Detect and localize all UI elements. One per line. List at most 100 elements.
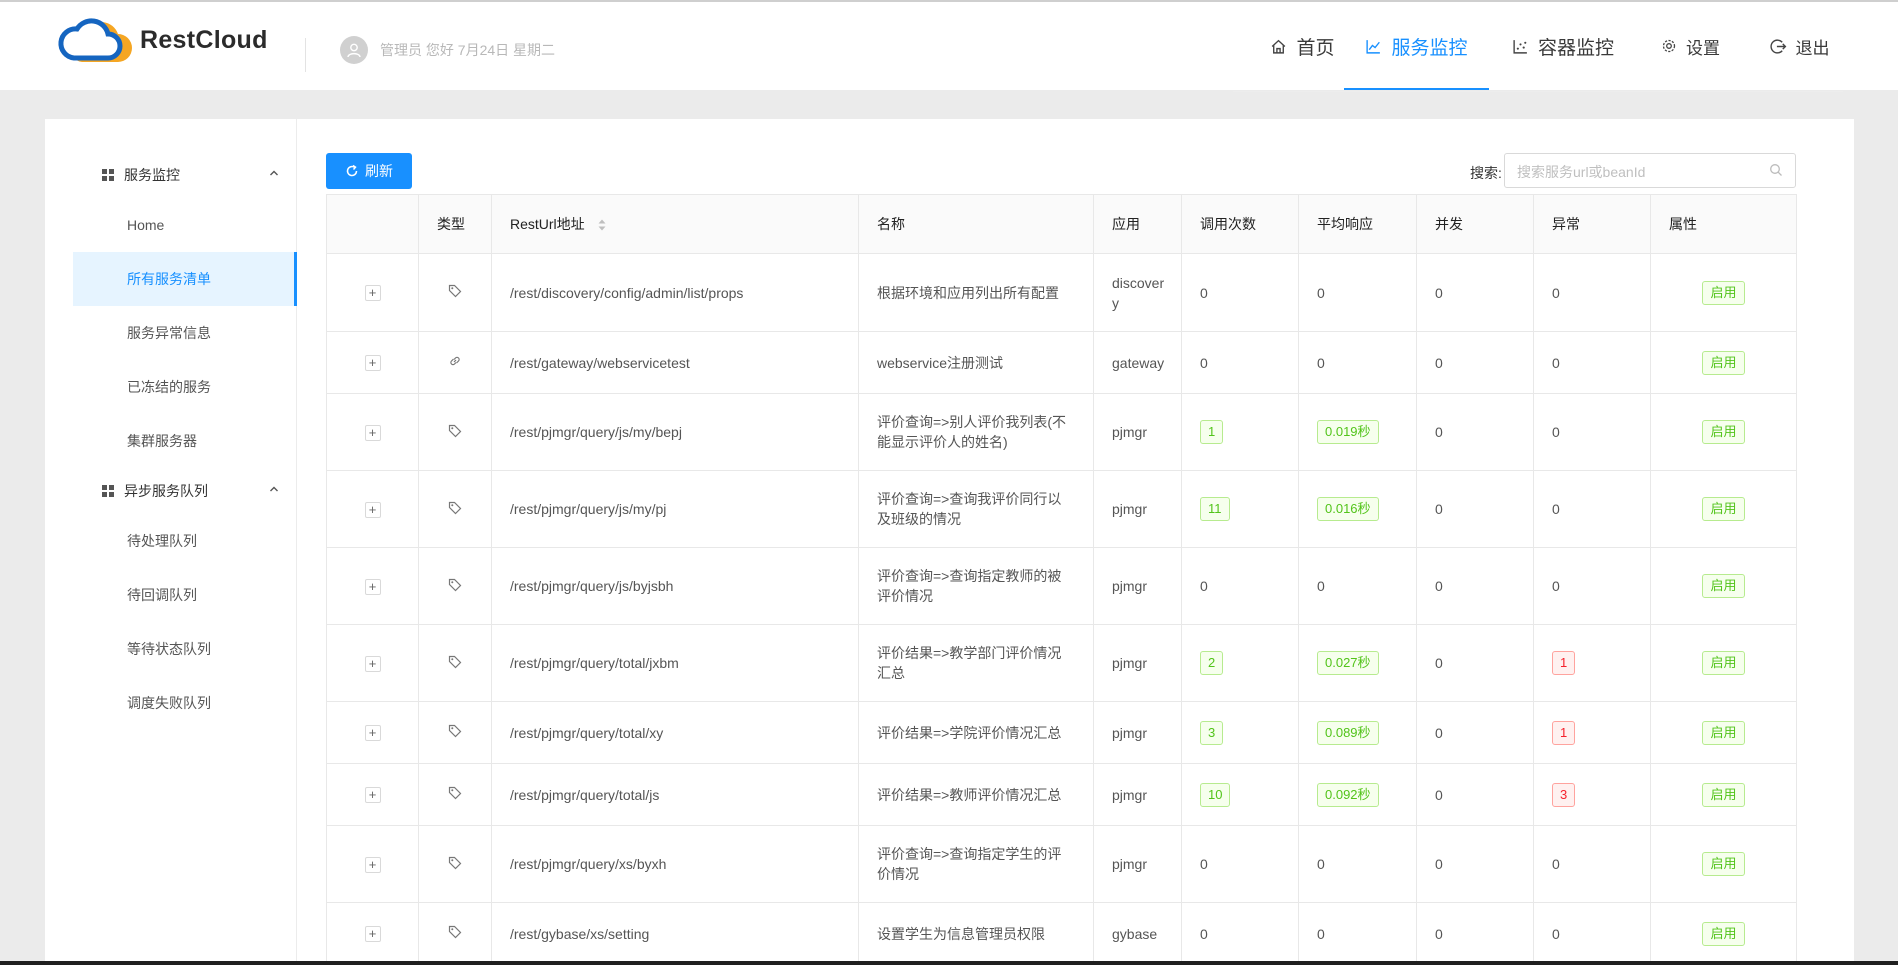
sidebar-item-home[interactable]: Home <box>73 198 297 252</box>
service-app: pjmgr <box>1112 786 1148 803</box>
sidebar-item-all-services[interactable]: 所有服务清单 <box>73 252 297 306</box>
service-url[interactable]: /rest/gybase/xs/setting <box>510 926 649 942</box>
service-url[interactable]: /rest/pjmgr/query/total/js <box>510 787 659 803</box>
refresh-button[interactable]: 刷新 <box>326 153 412 189</box>
expand-row-button[interactable]: + <box>364 725 381 741</box>
url-cell: /rest/pjmgr/query/total/xy <box>491 701 859 764</box>
search-icon[interactable] <box>1769 163 1783 177</box>
sidebar-group-async-queue[interactable]: 异步服务队列 <box>73 468 297 514</box>
calls-cell: 0 <box>1181 825 1299 903</box>
service-url[interactable]: /rest/discovery/config/admin/list/props <box>510 285 743 301</box>
status-badge[interactable]: 启用 <box>1702 720 1745 745</box>
app-cell: pjmgr <box>1093 701 1182 764</box>
calls-count: 0 <box>1200 284 1208 301</box>
app-cell: pjmgr <box>1093 547 1182 625</box>
service-url[interactable]: /rest/pjmgr/query/js/my/pj <box>510 501 666 517</box>
sort-icon[interactable] <box>597 217 607 233</box>
expand-row-button[interactable]: + <box>364 655 381 672</box>
nav-service-monitor[interactable]: 服务监控 <box>1344 2 1489 90</box>
table-row: + /rest/gateway/webservicetest webservice注… <box>326 331 1797 394</box>
sidebar-item-callback-queue[interactable]: 待回调队列 <box>73 568 297 622</box>
sidebar-group-service-monitor[interactable]: 服务监控 <box>73 152 297 198</box>
service-url[interactable]: /rest/gateway/webservicetest <box>510 355 690 371</box>
calls-cell: 10 <box>1181 763 1299 826</box>
nav-container-monitor[interactable]: 容器监控 <box>1497 2 1629 90</box>
avatar[interactable] <box>340 36 368 64</box>
expand-row-button[interactable]: + <box>364 787 381 803</box>
expand-row-button[interactable]: + <box>364 856 381 873</box>
status-badge[interactable]: 启用 <box>1702 574 1745 598</box>
concurrency-cell: 0 <box>1416 701 1534 764</box>
brand-logo[interactable]: RestCloud <box>56 14 268 66</box>
expand-row-button[interactable]: + <box>364 355 381 371</box>
tag-icon <box>448 284 462 301</box>
status-cell: 启用 <box>1650 253 1797 332</box>
calls-cell: 0 <box>1181 902 1299 965</box>
calls-cell: 0 <box>1181 547 1299 625</box>
status-badge[interactable]: 启用 <box>1702 852 1745 876</box>
service-url[interactable]: /rest/pjmgr/query/total/xy <box>510 725 663 741</box>
sidebar-item-failed-queue[interactable]: 调度失败队列 <box>73 676 297 730</box>
status-cell: 启用 <box>1650 547 1797 625</box>
nav-logout[interactable]: 退出 <box>1752 2 1847 90</box>
nav-home[interactable]: 首页 <box>1255 2 1350 90</box>
sidebar: 服务监控 Home 所有服务清单 服务异常信息 已冻结的服务 集群服务器 异步服… <box>73 152 297 730</box>
column-header-url[interactable]: RestUrl地址 <box>491 194 859 254</box>
status-cell: 启用 <box>1650 470 1797 548</box>
service-name: 评价查询=>查询指定学生的评价情况 <box>877 846 1062 882</box>
expand-row-button[interactable]: + <box>364 578 381 595</box>
status-badge[interactable]: 启用 <box>1702 782 1745 807</box>
sidebar-item-waiting-queue[interactable]: 等待状态队列 <box>73 622 297 676</box>
service-app: pjmgr <box>1112 856 1148 872</box>
expand-row-button[interactable]: + <box>364 501 381 518</box>
service-url[interactable]: /rest/pjmgr/query/xs/byxh <box>510 856 666 872</box>
status-badge[interactable]: 启用 <box>1702 350 1745 375</box>
avg-response-cell: 0.027秒 <box>1298 624 1417 702</box>
avg-response: 0 <box>1317 925 1325 942</box>
status-badge[interactable]: 启用 <box>1702 651 1745 675</box>
service-name: webservice注册测试 <box>877 354 1004 371</box>
service-url[interactable]: /rest/pjmgr/query/js/byjsbh <box>510 578 673 594</box>
name-cell: 根据环境和应用列出所有配置 <box>858 253 1094 332</box>
table-row: + /rest/gybase/xs/setting 设置学生为信息管理员权限 gyba… <box>326 902 1797 965</box>
calls-cell: 11 <box>1181 470 1299 548</box>
type-cell <box>418 763 492 826</box>
table-row: + /rest/pjmgr/query/js/my/bepj 评价查询=>别人评价我… <box>326 393 1797 471</box>
chevron-up-icon <box>270 486 278 492</box>
status-badge[interactable]: 启用 <box>1702 921 1745 946</box>
name-cell: 设置学生为信息管理员权限 <box>858 902 1094 965</box>
calls-count: 2 <box>1200 651 1224 675</box>
errors-cell: 0 <box>1533 253 1651 332</box>
status-badge[interactable]: 启用 <box>1702 280 1745 305</box>
concurrency-cell: 0 <box>1416 763 1534 826</box>
expand-row-button[interactable]: + <box>364 285 381 301</box>
sidebar-group-label: 异步服务队列 <box>124 483 208 499</box>
table-row: + /rest/discovery/config/admin/list/props… <box>326 253 1797 332</box>
app-cell: gateway <box>1093 331 1182 394</box>
service-url[interactable]: /rest/pjmgr/query/js/my/bepj <box>510 424 682 440</box>
type-cell <box>418 701 492 764</box>
expand-row-button[interactable]: + <box>364 424 381 441</box>
nav-logout-label: 退出 <box>1795 38 1830 58</box>
service-url[interactable]: /rest/pjmgr/query/total/jxbm <box>510 655 679 671</box>
sidebar-item-service-errors[interactable]: 服务异常信息 <box>73 306 297 360</box>
status-badge[interactable]: 启用 <box>1702 497 1745 521</box>
sidebar-item-pending-queue[interactable]: 待处理队列 <box>73 514 297 568</box>
gear-icon <box>1662 39 1676 53</box>
error-count: 0 <box>1552 424 1560 440</box>
nav-settings-label: 设置 <box>1686 38 1720 58</box>
status-badge[interactable]: 启用 <box>1702 420 1745 444</box>
search-input[interactable] <box>1505 154 1769 189</box>
nav-settings[interactable]: 设置 <box>1648 2 1733 90</box>
sidebar-item-cluster-servers[interactable]: 集群服务器 <box>73 414 297 468</box>
avg-response-cell: 0.092秒 <box>1298 763 1417 826</box>
status-cell: 启用 <box>1650 624 1797 702</box>
service-name: 评价查询=>查询指定教师的被评价情况 <box>877 568 1062 604</box>
expand-row-button[interactable]: + <box>364 926 381 942</box>
avg-response: 0.092秒 <box>1317 782 1379 807</box>
url-cell: /rest/gateway/webservicetest <box>491 331 859 394</box>
service-app: pjmgr <box>1112 578 1148 594</box>
calls-cell: 0 <box>1181 331 1299 394</box>
concurrency-count: 0 <box>1435 424 1443 440</box>
sidebar-item-frozen-services[interactable]: 已冻结的服务 <box>73 360 297 414</box>
